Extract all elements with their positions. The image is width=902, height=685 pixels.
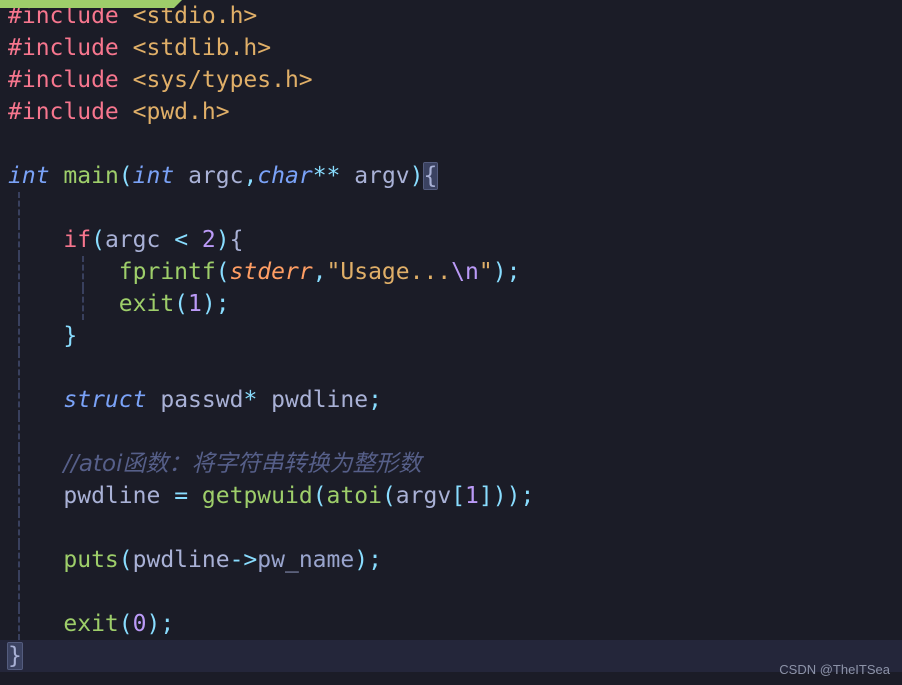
token-paren-open: ( — [91, 227, 105, 253]
token-paren-close: ) — [215, 227, 230, 253]
token-string-quote-close: " — [478, 259, 493, 285]
watermark-label: CSDN @TheITSea — [779, 662, 890, 677]
code-line[interactable]: fprintf(stderr,"Usage...\n"); — [0, 256, 902, 288]
code-line[interactable]: exit(1); — [0, 288, 902, 320]
token-string: "Usage... — [326, 259, 452, 285]
token-semicolon: ; — [160, 611, 175, 637]
code-content-area[interactable]: #include <stdio.h> #include <stdlib.h> #… — [0, 0, 902, 685]
token-preprocessor: #include — [8, 99, 119, 125]
code-line[interactable]: exit(0); — [0, 608, 902, 640]
token-brace-close: } — [63, 323, 78, 349]
token-paren-close: ) — [201, 291, 216, 317]
code-line[interactable]: #include <sys/types.h> — [0, 64, 902, 96]
token-paren-close: ) — [492, 483, 507, 509]
code-line[interactable]: if(argc < 2){ — [0, 224, 902, 256]
code-line[interactable]: pwdline = getpwuid(atoi(argv[1])); — [0, 480, 902, 512]
token-preprocessor: #include — [8, 67, 119, 93]
token-brace-close-matched: } — [7, 642, 23, 670]
token-header-path: <stdlib.h> — [132, 35, 272, 61]
token-operator-lt: < — [174, 227, 189, 253]
code-line[interactable]: #include <pwd.h> — [0, 96, 902, 128]
token-var-pwdline: pwdline — [132, 547, 230, 573]
token-paren-open: ( — [381, 483, 396, 509]
token-header-path: <pwd.h> — [132, 99, 230, 125]
token-semicolon: ; — [368, 387, 382, 413]
token-keyword-int: int — [132, 163, 175, 189]
token-bracket-close: ] — [478, 483, 493, 509]
code-line[interactable]: puts(pwdline->pw_name); — [0, 544, 902, 576]
token-paren-open: ( — [215, 259, 230, 285]
token-pointer-star: * — [243, 387, 258, 413]
token-var-argv: argv — [395, 483, 452, 509]
token-comma: , — [312, 259, 327, 285]
code-line-blank[interactable] — [0, 192, 902, 224]
token-var-pwdline: pwdline — [63, 483, 161, 509]
token-constant-stderr: stderr — [229, 259, 313, 285]
token-paren-open: ( — [174, 291, 189, 317]
token-comment: //atoi函数：将字符串转换为整形数 — [63, 451, 422, 477]
token-paren-open: ( — [118, 611, 133, 637]
code-line[interactable]: int main(int argc,char** argv){ — [0, 160, 902, 192]
code-line[interactable]: #include <stdlib.h> — [0, 32, 902, 64]
token-keyword-int: int — [8, 163, 50, 189]
token-keyword-if: if — [63, 227, 92, 253]
code-line[interactable]: struct passwd* pwdline; — [0, 384, 902, 416]
token-escape-sequence: \n — [451, 259, 479, 285]
token-operator-arrow: -> — [229, 547, 258, 573]
token-paren-open: ( — [118, 547, 133, 573]
token-brace-open-matched: { — [422, 162, 439, 190]
token-member-pw-name: pw_name — [257, 547, 355, 573]
code-line[interactable]: //atoi函数：将字符串转换为整形数 — [0, 448, 902, 480]
code-editor-window: #include <stdio.h> #include <stdlib.h> #… — [0, 0, 902, 685]
token-comma: , — [243, 163, 258, 189]
token-semicolon: ; — [215, 291, 230, 317]
code-line-blank[interactable] — [0, 416, 902, 448]
token-number: 2 — [201, 227, 216, 253]
loading-progress-bar — [0, 0, 182, 8]
token-function-exit: exit — [63, 611, 119, 637]
token-var-argc: argc — [188, 163, 244, 189]
token-brace-open: { — [229, 227, 244, 253]
token-function-fprintf: fprintf — [118, 259, 216, 285]
token-paren-close: ) — [492, 259, 507, 285]
token-pointer-stars: ** — [312, 163, 341, 189]
token-type-passwd: passwd — [160, 387, 244, 413]
token-number: 1 — [188, 291, 202, 317]
token-paren-close: ) — [146, 611, 161, 637]
token-paren-close: ) — [506, 483, 521, 509]
token-operator-assign: = — [174, 483, 189, 509]
token-number: 0 — [132, 611, 147, 637]
code-line-blank[interactable] — [0, 576, 902, 608]
code-line-blank[interactable] — [0, 352, 902, 384]
code-line-blank[interactable] — [0, 512, 902, 544]
token-paren-close: ) — [409, 163, 424, 189]
code-line[interactable]: } — [0, 320, 902, 352]
code-line-current[interactable]: } — [0, 640, 902, 672]
token-function-main: main — [63, 163, 119, 189]
token-var-pwdline: pwdline — [271, 387, 369, 413]
token-var-argv: argv — [354, 163, 410, 189]
token-preprocessor: #include — [8, 35, 119, 61]
token-semicolon: ; — [368, 547, 382, 573]
token-function-puts: puts — [63, 547, 119, 573]
token-bracket-open: [ — [451, 483, 466, 509]
token-number: 1 — [465, 483, 479, 509]
token-paren-open: ( — [118, 163, 133, 189]
token-function-getpwuid: getpwuid — [201, 483, 313, 509]
token-header-path: <sys/types.h> — [132, 67, 313, 93]
code-line-blank[interactable] — [0, 128, 902, 160]
token-semicolon: ; — [520, 483, 535, 509]
token-paren-close: ) — [354, 547, 369, 573]
token-paren-open: ( — [312, 483, 327, 509]
token-keyword-struct: struct — [63, 387, 147, 413]
token-function-exit: exit — [118, 291, 175, 317]
token-semicolon: ; — [506, 259, 521, 285]
token-function-atoi: atoi — [326, 483, 382, 509]
token-keyword-char: char — [257, 163, 313, 189]
token-var-argc: argc — [104, 227, 161, 253]
